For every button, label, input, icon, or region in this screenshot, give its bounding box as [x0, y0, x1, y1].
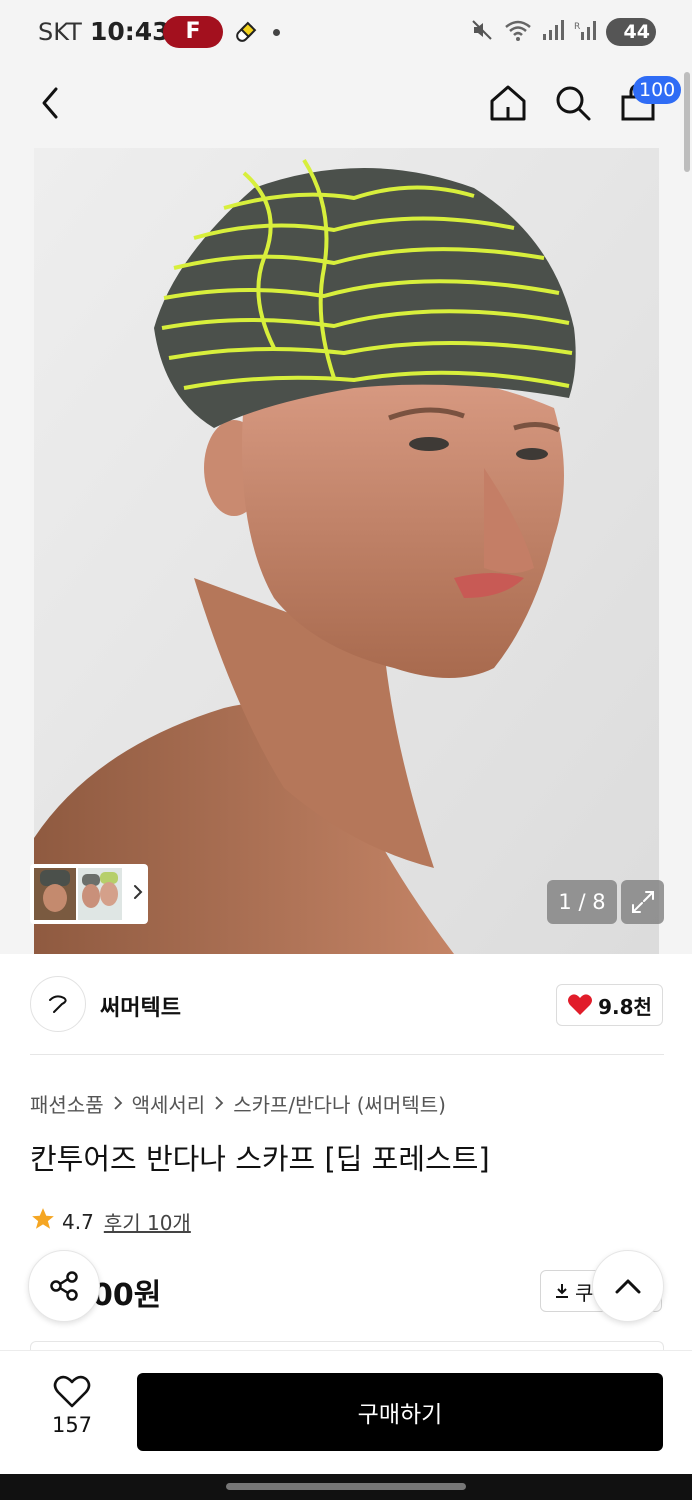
- product-photo[interactable]: [34, 148, 659, 954]
- star-icon: [30, 1206, 56, 1237]
- wifi-icon: [504, 18, 532, 46]
- scroll-to-top-button[interactable]: [592, 1250, 664, 1322]
- scrollbar[interactable]: [684, 72, 690, 172]
- chevron-right-icon: [214, 1092, 224, 1116]
- download-icon: [556, 1284, 568, 1298]
- product-price: 00원: [92, 1278, 162, 1313]
- breadcrumb-item[interactable]: 액세서리: [132, 1089, 206, 1118]
- brand-like-count: 9.8천: [598, 994, 652, 1019]
- breadcrumb-item[interactable]: 스카프/반다나 (써머텍트): [233, 1089, 446, 1118]
- system-icons: R 44: [470, 18, 656, 46]
- product-title: 칸투어즈 반다나 스카프 [딥 포레스트]: [30, 1142, 490, 1176]
- brand-like-button[interactable]: 9.8천: [556, 984, 663, 1026]
- chevron-right-icon: [113, 1092, 123, 1116]
- breadcrumb: 패션소품 액세서리 스카프/반다나 (써머텍트): [30, 1089, 446, 1118]
- heart-filled-icon: [568, 994, 593, 1015]
- brand-logo[interactable]: [30, 976, 86, 1032]
- wishlist-button[interactable]: 157: [30, 1375, 114, 1455]
- model-wearing-bandana-image: [34, 148, 659, 954]
- home-indicator[interactable]: [226, 1483, 466, 1490]
- home-button[interactable]: [483, 78, 533, 128]
- breadcrumb-item[interactable]: 패션소품: [30, 1089, 104, 1118]
- home-icon: [490, 85, 526, 121]
- fullscreen-button[interactable]: [621, 880, 664, 924]
- notification-dot-icon: [273, 29, 280, 36]
- roaming-signal-icon: R: [574, 19, 596, 45]
- review-count-link[interactable]: 후기 10개: [104, 1207, 191, 1236]
- mute-icon: [470, 18, 494, 46]
- app-notification-badge: F: [163, 16, 223, 48]
- image-page-counter: 1 / 8: [547, 880, 617, 924]
- wishlist-count: 157: [51, 1413, 93, 1437]
- svg-text:R: R: [574, 22, 580, 32]
- brand-logo-icon: [49, 995, 67, 1013]
- carrier-label: SKT: [38, 18, 82, 46]
- back-button[interactable]: [26, 78, 76, 128]
- signal-icon: [542, 19, 564, 45]
- system-navigation-bar: [0, 1474, 692, 1500]
- coupon-label: 쿠: [575, 1280, 594, 1305]
- brand-name[interactable]: 써머텍트: [100, 990, 181, 1022]
- thumbnail-images: [34, 868, 122, 920]
- pill-icon: [232, 20, 258, 50]
- search-button[interactable]: [548, 78, 598, 128]
- search-icon: [556, 86, 591, 121]
- thumbnail-strip[interactable]: [30, 864, 148, 924]
- share-icon: [50, 1271, 78, 1301]
- heart-outline-icon: [53, 1375, 91, 1408]
- divider: [30, 1054, 664, 1055]
- bottom-action-bar: 157 구매하기: [0, 1350, 692, 1474]
- chevron-right-icon: [132, 883, 144, 905]
- status-bar: SKT 10:43 F R 44: [0, 0, 692, 64]
- cart-count-badge: 100: [633, 76, 682, 104]
- product-image-gallery[interactable]: 1 / 8: [0, 144, 692, 954]
- app-header: [0, 64, 692, 144]
- back-icon: [42, 87, 58, 119]
- brand-row: 써머텍트 9.8천: [0, 954, 692, 1054]
- rating-value: 4.7: [62, 1209, 94, 1234]
- clock: 10:43: [90, 17, 170, 46]
- rating-row: 4.7 후기 10개: [30, 1206, 191, 1237]
- share-button[interactable]: [28, 1250, 100, 1322]
- buy-button[interactable]: 구매하기: [137, 1373, 663, 1451]
- chevron-up-icon: [615, 1279, 641, 1294]
- expand-icon: [631, 891, 654, 913]
- battery-indicator: 44: [606, 18, 656, 46]
